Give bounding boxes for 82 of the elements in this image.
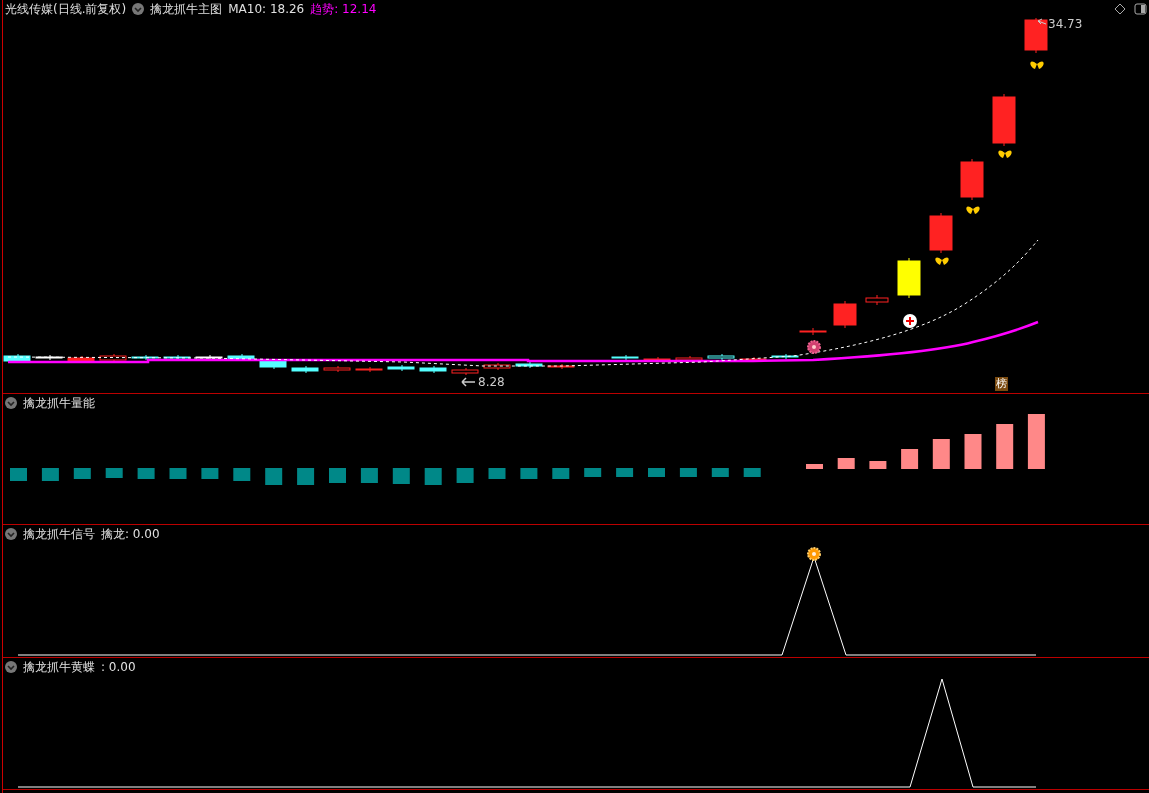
volume-bar <box>552 468 570 479</box>
candlestick <box>387 364 415 372</box>
volume-bar <box>392 468 410 484</box>
candlestick <box>771 353 799 360</box>
price-label: 8.28 <box>478 376 505 389</box>
sun-icon <box>807 547 821 561</box>
collapse-icon[interactable] <box>5 661 17 673</box>
candlestick <box>291 365 319 374</box>
indicator-value: : 0.00 <box>101 660 136 674</box>
volume-bar <box>488 468 506 479</box>
candlestick <box>929 212 953 254</box>
volume-bar <box>964 434 982 469</box>
volume-bar <box>105 468 123 478</box>
candlestick <box>451 367 479 376</box>
volume-bar <box>360 468 378 483</box>
candlestick <box>227 353 255 362</box>
volume-bar <box>297 468 315 485</box>
volume-bar <box>520 468 538 479</box>
volume-bar <box>329 468 346 483</box>
candlestick <box>67 355 95 364</box>
volume-bar <box>679 468 697 477</box>
volume-bar <box>869 461 887 469</box>
volume-bar <box>616 468 634 477</box>
volume-bar <box>41 468 59 481</box>
arrow-icon <box>461 377 476 387</box>
candlestick <box>1024 18 1048 54</box>
volume-bar <box>424 468 442 485</box>
panel-title: 擒龙抓牛量能 <box>23 394 95 412</box>
candlestick <box>675 355 703 363</box>
candlestick <box>865 294 889 306</box>
candlestick <box>483 362 511 371</box>
candlestick <box>739 356 767 363</box>
diamond-icon[interactable] <box>1114 3 1126 15</box>
volume-bar <box>711 468 729 477</box>
candlestick <box>960 158 984 201</box>
candlestick <box>992 93 1016 147</box>
volume-bar <box>456 468 474 483</box>
butterfly-icon <box>1030 61 1044 69</box>
volume-bar <box>743 468 761 477</box>
volume-bar <box>901 449 919 469</box>
ma10-value: MA10: 18.26 <box>228 2 305 16</box>
price-label: 34.73 <box>1048 18 1083 31</box>
volume-bar <box>584 468 602 477</box>
butterfly-icon <box>966 206 980 214</box>
volume-bar <box>10 468 27 481</box>
candlestick <box>99 353 127 363</box>
stock-title: 光线传媒(日线.前复权) <box>5 0 127 18</box>
rank-badge: 榜 <box>995 377 1008 391</box>
collapse-icon[interactable] <box>132 3 145 15</box>
arrow-icon <box>1037 18 1047 25</box>
candlestick <box>707 353 735 361</box>
butterfly-icon <box>998 150 1012 158</box>
trend-value: 趋势: 12.14 <box>310 0 377 18</box>
candlestick <box>259 358 287 370</box>
volume-bar <box>806 464 823 469</box>
volume-bar <box>996 424 1014 469</box>
candlestick <box>515 361 543 369</box>
candlestick <box>833 300 857 329</box>
candlestick <box>897 257 921 299</box>
candlestick <box>3 353 31 364</box>
panel-title: 擒龙抓牛黄蝶 <box>23 658 95 676</box>
volume-bar <box>1027 414 1045 469</box>
volume-bar <box>932 439 950 469</box>
plus-circle-icon <box>903 314 917 328</box>
candlestick <box>419 365 447 374</box>
collapse-icon[interactable] <box>5 397 17 409</box>
volume-bar <box>169 468 187 479</box>
volume-bar <box>233 468 251 481</box>
panel-title: 擒龙抓牛信号 <box>23 525 95 543</box>
volume-bar <box>837 458 855 469</box>
flower-icon <box>807 340 821 354</box>
volume-bar <box>265 468 283 485</box>
volume-bar <box>73 468 91 479</box>
indicator-title: 擒龙抓牛主图 <box>150 0 223 18</box>
panel-toggle-icon[interactable] <box>1134 3 1147 15</box>
collapse-icon[interactable] <box>5 528 17 540</box>
candlestick <box>323 365 351 373</box>
indicator-value: 擒龙: 0.00 <box>101 525 160 543</box>
volume-bar <box>137 468 155 479</box>
volume-bar <box>201 468 219 479</box>
volume-bar <box>648 468 665 477</box>
butterfly-icon <box>935 257 949 265</box>
